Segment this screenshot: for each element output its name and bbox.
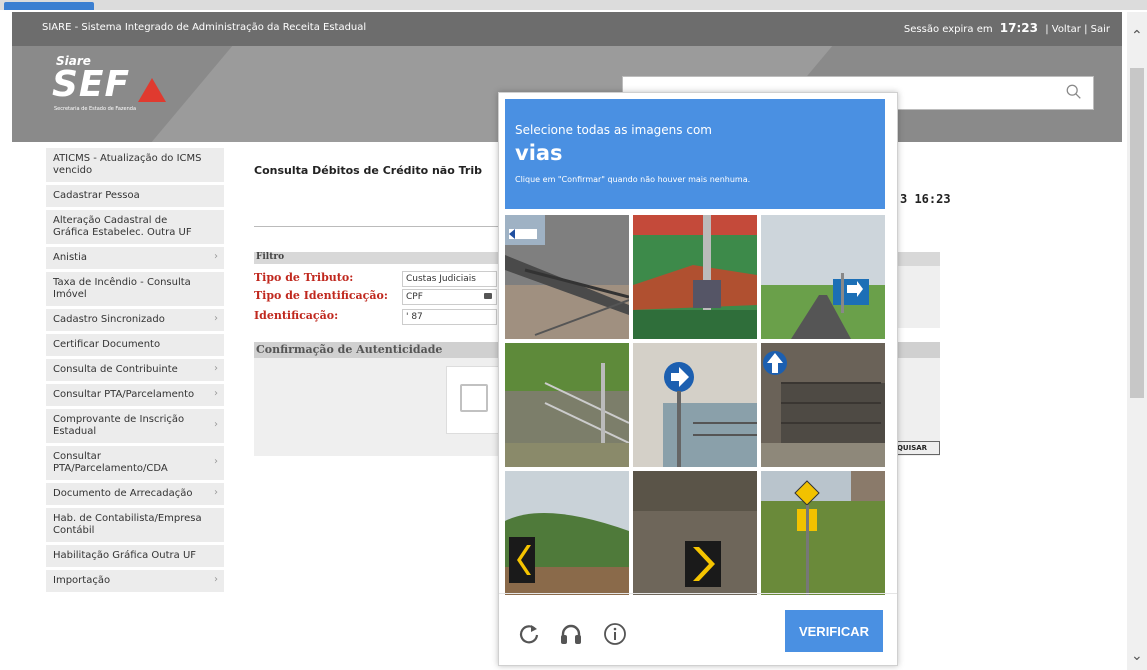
sidebar-item-label: Importação xyxy=(53,575,111,586)
sidebar-item-label: Certificar Documento xyxy=(53,339,161,350)
identificacao-label: Identificação: xyxy=(254,309,339,322)
back-link[interactable]: Voltar xyxy=(1052,24,1081,35)
scrollbar[interactable]: ⌃ ⌄ xyxy=(1127,12,1147,670)
tipo-identificacao-label: Tipo de Identificação: xyxy=(254,289,388,302)
captcha-tile-5[interactable] xyxy=(633,343,757,467)
sidebar-item-label: Consultar PTA/Parcelamento xyxy=(53,389,195,400)
sidebar-item-label: Cadastrar Pessoa xyxy=(53,190,140,201)
browser-top-strip xyxy=(0,0,1147,10)
logo-main-text: SEF xyxy=(52,64,131,105)
captcha-tile-7[interactable] xyxy=(505,471,629,595)
chevron-right-icon: › xyxy=(214,251,218,262)
sef-logo[interactable]: Siare SEF Secretaria de Estado de Fazend… xyxy=(52,54,172,114)
sidebar-item[interactable]: Comprovante de Inscrição Estadual › xyxy=(46,409,224,443)
sidebar-item-label: Alteração Cadastral de Gráfica Estabelec… xyxy=(53,215,192,238)
captcha-tile-4[interactable] xyxy=(505,343,629,467)
captcha-footer: VERIFICAR xyxy=(499,593,897,666)
system-name: SIARE - Sistema Integrado de Administraç… xyxy=(42,22,367,33)
captcha-tile-8[interactable] xyxy=(633,471,757,595)
sidebar-item[interactable]: Cadastrar Pessoa xyxy=(46,185,224,207)
separator: | xyxy=(1045,24,1049,35)
sidebar-item-label: Consultar PTA/Parcelamento/CDA xyxy=(53,451,168,474)
filter-section-title: Filtro xyxy=(254,252,501,264)
sidebar-item[interactable]: Cadastro Sincronizado › xyxy=(46,309,224,331)
chevron-right-icon: › xyxy=(214,313,218,324)
sidebar-item[interactable]: Consultar PTA/Parcelamento/CDA › xyxy=(46,446,224,480)
captcha-tile-2[interactable] xyxy=(633,215,757,339)
sidebar-item[interactable]: Alteração Cadastral de Gráfica Estabelec… xyxy=(46,210,224,244)
sidebar-item-label: Consulta de Contribuinte xyxy=(53,364,178,375)
session-label: Sessão expira em xyxy=(903,24,993,35)
chevron-right-icon: › xyxy=(214,574,218,585)
chevron-right-icon: › xyxy=(214,388,218,399)
scrollbar-thumb[interactable] xyxy=(1130,68,1144,398)
sidebar-item-label: Cadastro Sincronizado xyxy=(53,314,165,325)
session-info: Sessão expira em 17:23 | Voltar | Sair xyxy=(904,21,1110,35)
sidebar-item[interactable]: Hab. de Contabilista/Empresa Contábil xyxy=(46,508,224,542)
refresh-icon[interactable] xyxy=(517,622,541,646)
captcha-header: Selecione todas as imagens com vias Cliq… xyxy=(505,99,885,209)
app-title-bar: SIARE - Sistema Integrado de Administraç… xyxy=(12,12,1122,46)
session-time: 17:23 xyxy=(999,21,1038,35)
tipo-identificacao-value: CPF xyxy=(406,292,423,302)
chevron-right-icon: › xyxy=(214,419,218,430)
search-icon[interactable] xyxy=(1065,83,1083,101)
scroll-down-icon[interactable]: ⌄ xyxy=(1131,648,1143,664)
exit-link[interactable]: Sair xyxy=(1091,24,1110,35)
datetime-display: 3 16:23 xyxy=(900,192,951,206)
captcha-tile-3[interactable] xyxy=(761,215,885,339)
logo-sub-text: Secretaria de Estado de Fazenda xyxy=(54,106,137,112)
browser-tab[interactable] xyxy=(4,2,94,10)
sidebar-item[interactable]: Consulta de Contribuinte › xyxy=(46,359,224,381)
sidebar-item[interactable]: Documento de Arrecadação › xyxy=(46,483,224,505)
divider xyxy=(254,226,499,227)
captcha-tile-9[interactable] xyxy=(761,471,885,595)
sidebar-item-label: ATICMS - Atualização do ICMS vencido xyxy=(53,153,202,176)
sidebar-menu: ATICMS - Atualização do ICMS vencido Cada… xyxy=(46,148,224,668)
sidebar-item-label: Comprovante de Inscrição Estadual xyxy=(53,414,185,437)
tipo-identificacao-select[interactable]: CPF xyxy=(402,289,497,305)
captcha-keyword: vias xyxy=(515,141,563,165)
captcha-tile-1[interactable] xyxy=(505,215,629,339)
tipo-tributo-select[interactable]: Custas Judiciais xyxy=(402,271,497,287)
dropdown-icon xyxy=(484,293,492,299)
auth-section-title: Confirmação de Autenticidade xyxy=(254,342,501,358)
chevron-right-icon: › xyxy=(214,487,218,498)
identificacao-input[interactable]: ' 87 xyxy=(402,309,497,325)
captcha-instruction: Selecione todas as imagens com xyxy=(515,123,712,137)
sidebar-item-label: Habilitação Gráfica Outra UF xyxy=(53,550,197,561)
captcha-checkbox[interactable] xyxy=(460,384,488,412)
scroll-up-icon[interactable]: ⌃ xyxy=(1131,28,1143,44)
captcha-tile-6[interactable] xyxy=(761,343,885,467)
sidebar-item-label: Anistia xyxy=(53,252,87,263)
info-icon[interactable] xyxy=(603,622,627,646)
tipo-tributo-label: Tipo de Tributo: xyxy=(254,271,354,284)
sidebar-item[interactable]: Consultar PTA/Parcelamento › xyxy=(46,384,224,406)
verify-button[interactable]: VERIFICAR xyxy=(785,610,883,652)
sidebar-item[interactable]: Taxa de Incêndio - Consulta Imóvel xyxy=(46,272,224,306)
logo-triangle-icon xyxy=(138,78,166,102)
separator: | xyxy=(1084,24,1088,35)
sidebar-item[interactable]: Anistia › xyxy=(46,247,224,269)
sidebar-item[interactable]: Importação › xyxy=(46,570,224,592)
headphones-icon[interactable] xyxy=(559,622,583,646)
chevron-right-icon: › xyxy=(214,363,218,374)
sidebar-item[interactable]: Certificar Documento xyxy=(46,334,224,356)
page-title: Consulta Débitos de Crédito não Trib xyxy=(254,164,482,177)
sidebar-item-label: Documento de Arrecadação xyxy=(53,488,193,499)
captcha-hint: Clique em "Confirmar" quando não houver … xyxy=(515,175,751,184)
sidebar-item-label: Taxa de Incêndio - Consulta Imóvel xyxy=(53,277,191,300)
sidebar-item[interactable]: ATICMS - Atualização do ICMS vencido xyxy=(46,148,224,182)
chevron-right-icon: › xyxy=(214,456,218,467)
sidebar-item-label: Hab. de Contabilista/Empresa Contábil xyxy=(53,513,202,536)
sidebar-item[interactable]: Habilitação Gráfica Outra UF xyxy=(46,545,224,567)
captcha-challenge-dialog: Selecione todas as imagens com vias Cliq… xyxy=(498,92,898,666)
